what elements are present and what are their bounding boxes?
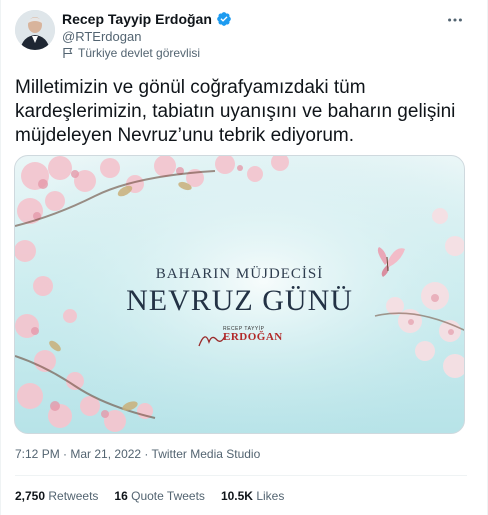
flag-icon xyxy=(62,47,74,59)
tweet-date: Mar 21, 2022 xyxy=(70,447,142,461)
signature-name-text: ERDOĞAN xyxy=(223,331,283,343)
avatar[interactable] xyxy=(15,10,55,50)
retweets-stat[interactable]: 2,750 Retweets xyxy=(15,489,98,503)
likes-stat[interactable]: 10.5K Likes xyxy=(221,489,284,503)
more-options-icon[interactable] xyxy=(445,10,465,30)
author-display-name[interactable]: Recep Tayyip Erdoğan xyxy=(62,11,212,27)
retweets-label: Retweets xyxy=(48,489,99,503)
retweets-count: 2,750 xyxy=(15,489,46,503)
likes-label: Likes xyxy=(256,489,285,503)
tweet-text: Milletimizin ve gönül coğrafyamızdaki tü… xyxy=(15,77,456,146)
author-handle[interactable]: @RTErdogan xyxy=(62,29,141,44)
meta-separator: · xyxy=(141,447,152,461)
verified-badge-icon xyxy=(216,11,232,27)
tweet-time-link[interactable]: 7:12 PM · Mar 21, 2022 xyxy=(15,447,141,461)
tweet-stats: 2,750 Retweets 16 Quote Tweets 10.5K Lik… xyxy=(15,489,300,503)
quote-tweets-label: Quote Tweets xyxy=(131,489,205,503)
account-label: Türkiye devlet görevlisi xyxy=(62,46,200,60)
signature-logo: RECEP TAYYİP ERDOĞAN xyxy=(197,326,307,352)
likes-count: 10.5K xyxy=(220,489,253,503)
meta-separator: · xyxy=(59,447,71,461)
media-title: NEVRUZ GÜNÜ xyxy=(126,284,353,317)
quote-tweets-stat[interactable]: 16 Quote Tweets xyxy=(114,489,205,503)
quote-tweets-count: 16 xyxy=(114,489,128,503)
tweet-source: Twitter Media Studio xyxy=(151,447,261,461)
tweet-card: Recep Tayyip Erdoğan @RTErdogan Türkiye … xyxy=(0,0,488,515)
avatar-image xyxy=(15,10,55,50)
media-subtitle: BAHARIN MÜJDECİSİ xyxy=(155,266,324,282)
tweet-meta: 7:12 PM · Mar 21, 2022 · Twitter Media S… xyxy=(15,447,260,461)
tweet-media-image[interactable]: BAHARIN MÜJDECİSİ NEVRUZ GÜNÜ RECEP TAYY… xyxy=(14,155,465,434)
tweet-time: 7:12 PM xyxy=(15,447,60,461)
account-label-text: Türkiye devlet görevlisi xyxy=(78,46,201,60)
author-name-row: Recep Tayyip Erdoğan xyxy=(62,11,232,27)
divider xyxy=(15,475,467,476)
